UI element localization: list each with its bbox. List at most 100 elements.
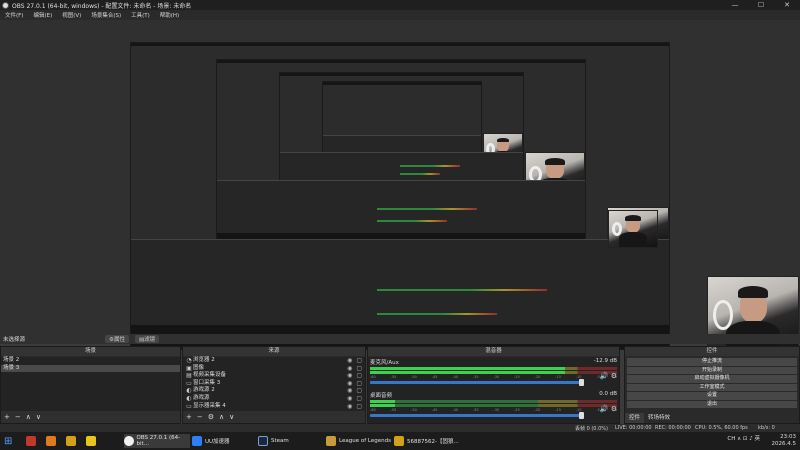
- taskbar-lol[interactable]: League of Legends: [326, 434, 392, 448]
- lock-icon[interactable]: ▢: [356, 380, 362, 388]
- app-icon: [46, 436, 56, 446]
- visibility-eye-icon[interactable]: ◉: [347, 380, 352, 388]
- tick: -45: [431, 408, 438, 412]
- mixer-channels: 麦克风/Aux -12.9 dB -60 -55 -50 -45 -40 -35 -30 -25…: [368, 357, 619, 423]
- remove-scene-button[interactable]: −: [15, 413, 21, 421]
- meter-level: [370, 400, 395, 403]
- app-icon: [86, 436, 96, 446]
- visibility-eye-icon[interactable]: ◉: [347, 387, 352, 395]
- move-source-up-button[interactable]: ∧: [219, 413, 224, 421]
- studio-mode-button[interactable]: 工作室模式: [627, 383, 797, 391]
- lock-icon[interactable]: ▢: [356, 387, 362, 395]
- tab-controls[interactable]: 控件: [625, 413, 645, 423]
- visibility-eye-icon[interactable]: ◉: [347, 365, 352, 373]
- properties-button[interactable]: ⚙属性: [105, 335, 129, 343]
- menu-file[interactable]: 文件(F): [0, 11, 28, 19]
- tick: -40: [452, 375, 459, 379]
- lock-icon[interactable]: ▢: [356, 357, 362, 365]
- source-settings-button[interactable]: ⚙: [208, 413, 214, 421]
- volume-meter: [370, 371, 617, 374]
- volume-slider[interactable]: [370, 379, 585, 386]
- menu-help[interactable]: 帮助(H): [155, 11, 184, 19]
- scene-label: 场景 2: [3, 357, 20, 363]
- taskbar-uu[interactable]: UU加速器: [192, 434, 256, 448]
- scenes-dock: 场景 场景 2 场景 3 + − ∧ ∨: [0, 346, 181, 424]
- sources-dock: 来源 ◔ 浏览器 2 ◉ ▢ ▣ 图像 ◉ ▢ ▤ 视频采集设备 ◉ ▢ ▭ 窗口采集 3 ◉ ▢ ◐ 游…: [182, 346, 366, 424]
- minimize-button[interactable]: —: [722, 0, 748, 10]
- system-tray[interactable]: CH ∧ ⊡ ♪ 英: [727, 436, 760, 443]
- add-scene-button[interactable]: +: [4, 413, 10, 421]
- maximize-button[interactable]: ☐: [748, 0, 774, 10]
- tick: -30: [493, 408, 500, 412]
- meter-level: [370, 371, 566, 374]
- gear-icon[interactable]: ⚙: [611, 405, 617, 413]
- slider-handle[interactable]: [579, 379, 585, 386]
- taskbar-app[interactable]: [46, 434, 56, 448]
- menu-edit[interactable]: 编辑(E): [28, 11, 57, 19]
- tab-transitions[interactable]: 转场特效: [644, 413, 675, 423]
- scene-item[interactable]: 场景 2: [1, 357, 180, 365]
- move-scene-up-button[interactable]: ∧: [26, 413, 31, 421]
- exit-button[interactable]: 退出: [627, 400, 797, 408]
- lock-icon[interactable]: ▢: [356, 395, 362, 403]
- visibility-eye-icon[interactable]: ◉: [347, 357, 352, 365]
- menu-scene-collection[interactable]: 场景集合(S): [86, 11, 126, 19]
- source-item[interactable]: ▭ 显示器采集 4 ◉ ▢: [183, 403, 365, 411]
- taskbar-video[interactable]: 56887562-【固狼...: [394, 434, 460, 448]
- volume-slider[interactable]: [370, 412, 585, 419]
- move-source-down-button[interactable]: ∨: [229, 413, 234, 421]
- lock-icon[interactable]: ▢: [356, 365, 362, 373]
- sources-toolbar: + − ⚙ ∧ ∨: [183, 411, 365, 423]
- menu-view[interactable]: 视图(V): [57, 11, 86, 19]
- preview-canvas[interactable]: [130, 42, 670, 350]
- stop-streaming-button[interactable]: 停止推流: [627, 358, 797, 366]
- filters-button[interactable]: ▤滤镜: [134, 335, 160, 343]
- tick: -20: [534, 408, 541, 412]
- menu-tools[interactable]: 工具(T): [126, 11, 155, 19]
- clock[interactable]: 23:03 2026.4.5: [772, 434, 797, 448]
- sources-list: ◔ 浏览器 2 ◉ ▢ ▣ 图像 ◉ ▢ ▤ 视频采集设备 ◉ ▢ ▭ 窗口采集 3 ◉ ▢ ◐ 游戏源 …: [183, 357, 365, 411]
- taskbar-app[interactable]: [26, 434, 36, 448]
- preview-area[interactable]: [0, 20, 800, 354]
- rec-time: REC: 00:00:00: [655, 425, 691, 431]
- controls-buttons: 停止推流 开始录制 启动虚拟摄像机 工作室模式 设置 退出: [625, 357, 799, 413]
- scenes-list: 场景 2 场景 3: [1, 357, 180, 411]
- move-scene-down-button[interactable]: ∨: [36, 413, 41, 421]
- status-bar: 丢帧 0 (0.0%) LIVE: 00:00:00 REC: 00:00:00…: [0, 424, 800, 432]
- visibility-eye-icon[interactable]: ◉: [347, 395, 352, 403]
- tick: -40: [452, 408, 459, 412]
- speaker-icon[interactable]: 🔊: [600, 372, 609, 380]
- start-virtual-camera-button[interactable]: 启动虚拟摄像机: [627, 375, 797, 383]
- add-source-button[interactable]: +: [186, 413, 192, 421]
- slider-handle[interactable]: [579, 412, 585, 419]
- settings-button[interactable]: 设置: [627, 392, 797, 400]
- source-label: 游戏源 2: [193, 387, 215, 394]
- taskbar-app[interactable]: [66, 434, 76, 448]
- start-recording-button[interactable]: 开始录制: [627, 366, 797, 374]
- nested-capture-2: [216, 59, 586, 249]
- source-item[interactable]: ◐ 游戏源 ◉ ▢: [183, 395, 365, 403]
- scene-item-selected[interactable]: 场景 3: [1, 364, 180, 373]
- source-item[interactable]: ▤ 视频采集设备 ◉ ▢: [183, 372, 365, 380]
- visibility-eye-icon[interactable]: ◉: [347, 372, 352, 380]
- speaker-icon[interactable]: 🔊: [600, 405, 609, 413]
- taskbar-steam[interactable]: Steam: [258, 434, 322, 448]
- tick: -50: [411, 375, 417, 379]
- source-item[interactable]: ◔ 浏览器 2 ◉ ▢: [183, 357, 365, 365]
- gear-icon[interactable]: ⚙: [611, 372, 617, 380]
- remove-source-button[interactable]: −: [197, 413, 203, 421]
- lock-icon[interactable]: ▢: [356, 372, 362, 380]
- league-icon: [326, 436, 336, 446]
- taskbar-app[interactable]: [86, 434, 96, 448]
- source-item[interactable]: ◐ 游戏源 2 ◉ ▢: [183, 387, 365, 395]
- uu-icon: [192, 436, 202, 446]
- tick: -35: [472, 408, 479, 412]
- lock-icon[interactable]: ▢: [356, 403, 362, 411]
- monitor-source-icon: ▭: [186, 402, 192, 410]
- close-button[interactable]: ✕: [774, 0, 800, 10]
- browser-source-icon: ◔: [186, 357, 192, 364]
- visibility-eye-icon[interactable]: ◉: [347, 403, 352, 411]
- taskbar-obs[interactable]: OBS 27.0.1 (64-bit...: [124, 434, 190, 448]
- start-button[interactable]: ⊞: [4, 434, 12, 448]
- tick: -60: [370, 375, 376, 379]
